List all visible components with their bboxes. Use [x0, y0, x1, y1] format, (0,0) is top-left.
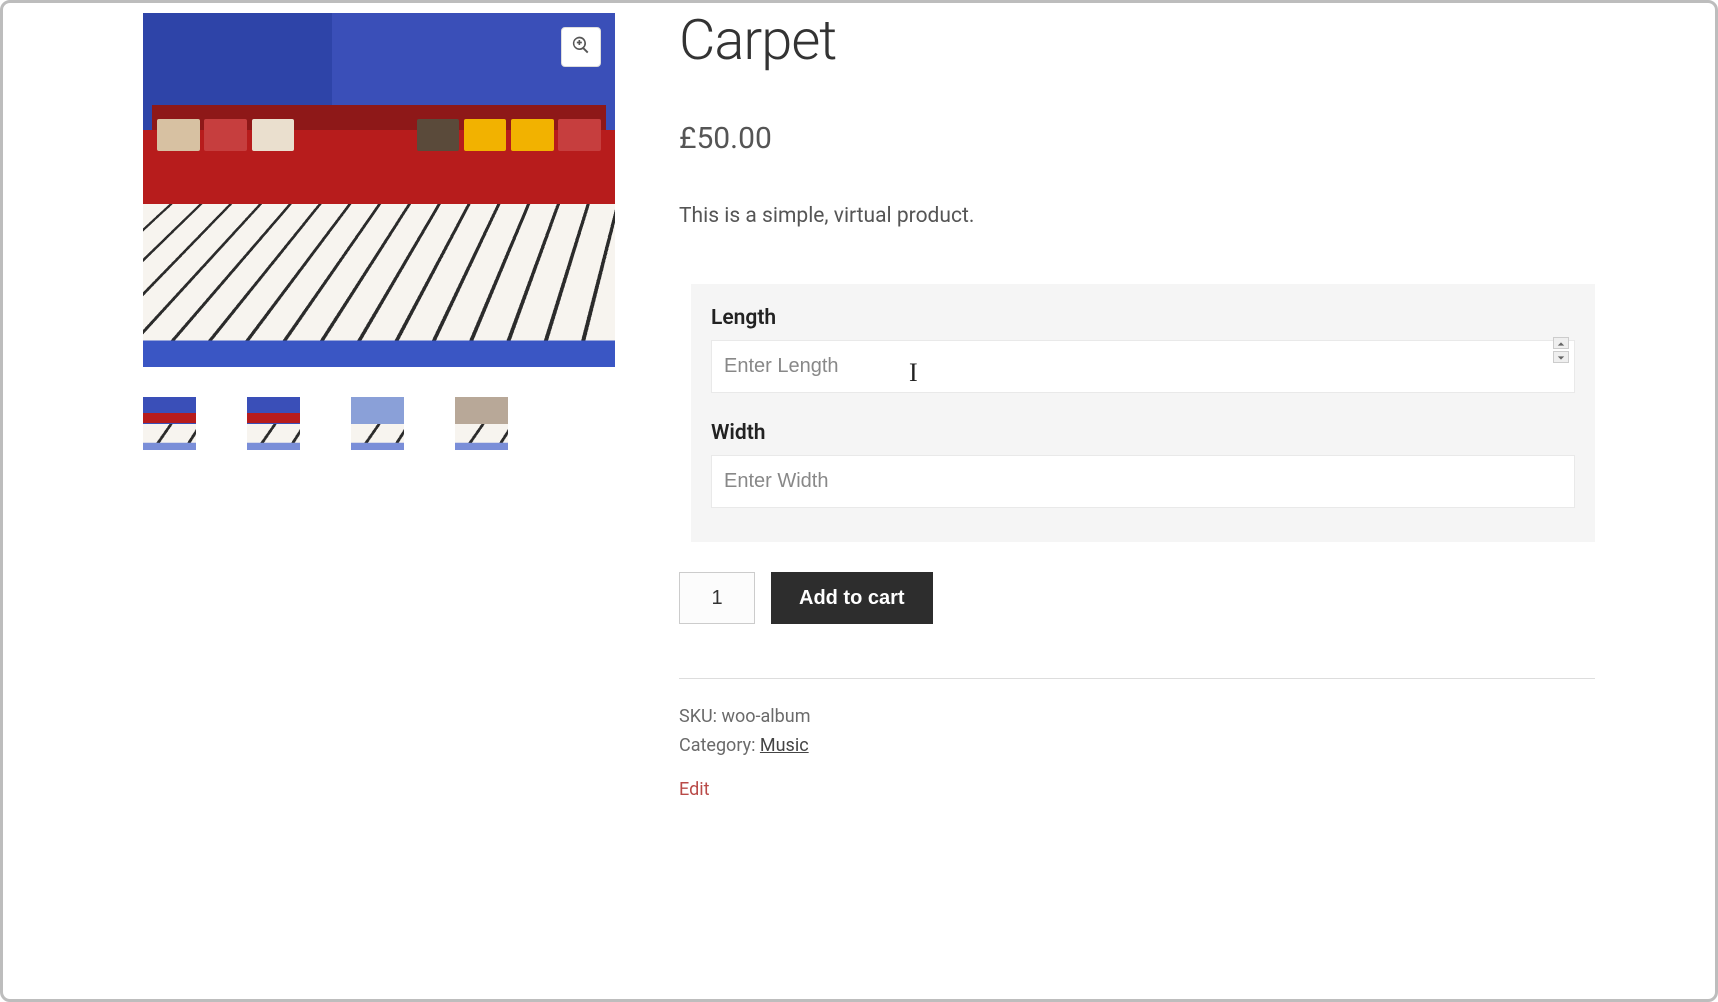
gallery-main-image[interactable] [143, 13, 615, 367]
product-description: This is a simple, virtual product. [679, 204, 1595, 228]
gallery-thumb-1[interactable] [143, 397, 196, 450]
meta-divider [679, 678, 1595, 679]
sku-label: SKU: [679, 706, 721, 727]
category-link[interactable]: Music [760, 735, 809, 756]
zoom-button[interactable] [561, 27, 601, 67]
category-label: Category: [679, 735, 760, 756]
gallery-thumb-2[interactable] [247, 397, 300, 450]
length-input[interactable] [711, 340, 1575, 393]
length-label: Length [711, 306, 1575, 330]
magnifier-plus-icon [571, 35, 591, 59]
width-label: Width [711, 421, 1575, 445]
chevron-down-icon [1557, 347, 1565, 366]
gallery-thumb-3[interactable] [351, 397, 404, 450]
product-summary: Carpet £50.00 This is a simple, virtual … [679, 13, 1595, 800]
length-step-down[interactable] [1553, 351, 1569, 363]
product-meta: SKU: woo-album Category: Music [679, 703, 1595, 761]
product-options: Length I Width [691, 284, 1595, 542]
product-gallery [143, 13, 615, 800]
length-spinners [1553, 337, 1569, 363]
width-input[interactable] [711, 455, 1575, 508]
edit-link[interactable]: Edit [679, 779, 709, 800]
gallery-thumb-4[interactable] [455, 397, 508, 450]
product-price: £50.00 [679, 121, 1595, 156]
quantity-input[interactable] [679, 572, 755, 624]
sku-value: woo-album [721, 706, 810, 727]
gallery-thumbnails [143, 397, 615, 450]
add-to-cart-button[interactable]: Add to cart [771, 572, 933, 624]
product-title: Carpet [679, 7, 1595, 73]
